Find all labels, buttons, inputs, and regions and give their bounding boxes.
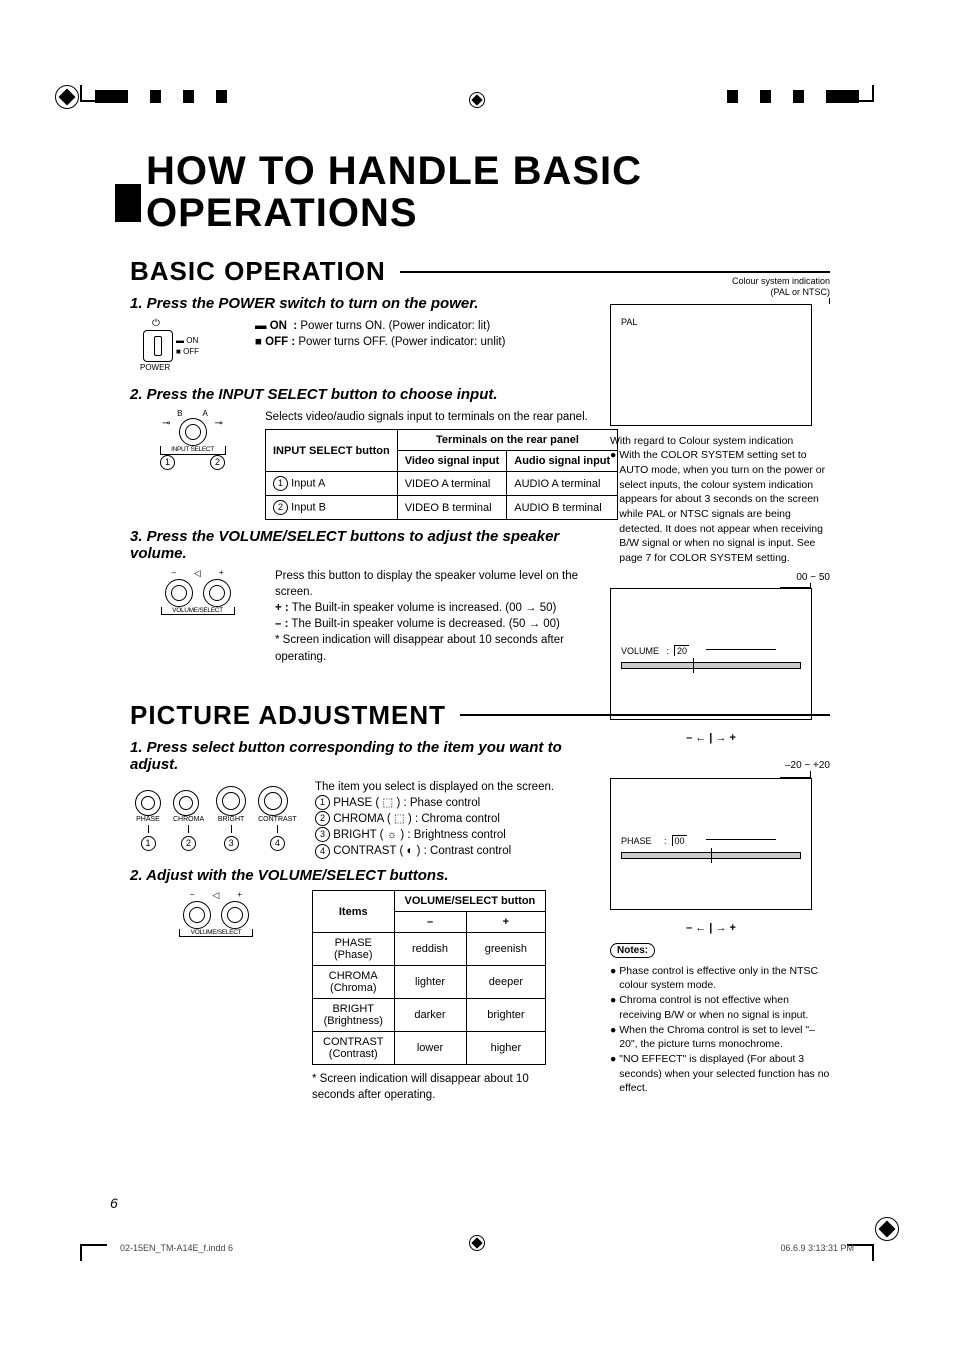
- picture-knob-diagram: PHASE1 CHROMA2 BRIGHT3 CONTRAST4: [130, 779, 305, 853]
- phase-range-label: –20 ~ +20: [610, 760, 830, 771]
- print-marks-right: [705, 90, 859, 103]
- power-description: ▬ ON : Power turns ON. (Power indicator:…: [255, 318, 505, 350]
- osd-volume: VOLUME : 20 – ← | → +: [610, 588, 812, 720]
- input-select-diagram: BA ⊸⊸ INPUT SELECT 12: [130, 409, 255, 470]
- osd-colour-system: PAL: [610, 304, 812, 426]
- footer-line: 02-15EN_TM-A14E_f.indd 606.6.9 3:13:31 P…: [120, 1243, 854, 1253]
- adj-footnote: * Screen indication will disappear about…: [312, 1071, 572, 1103]
- page-main-title: HOW TO HANDLE BASICOPERATIONS: [146, 150, 830, 234]
- osd-phase: PHASE : 00 – ← | → +: [610, 778, 812, 910]
- notes-list: ● Phase control is effective only in the…: [610, 964, 830, 1096]
- page-number: 6: [110, 1195, 118, 1211]
- print-marks-left: [95, 90, 249, 103]
- colour-system-caption: Colour system indication(PAL or NTSC): [610, 276, 830, 298]
- volume-select-diagram: –◁+ VOLUME/SELECT: [130, 568, 265, 615]
- power-switch-diagram: ⏻ ▬ ON ■ OFF POWER: [140, 318, 230, 378]
- volume-range-label: 00 ~ 50: [610, 572, 830, 583]
- volume-desc: Press this button to display the speaker…: [275, 568, 580, 665]
- colour-system-note: With regard to Colour system indication …: [610, 434, 830, 566]
- picture-select-desc: The item you select is displayed on the …: [315, 779, 554, 859]
- notes-heading: Notes:: [610, 943, 655, 958]
- volume-select-diagram-2: –◁+ VOLUME/SELECT: [130, 890, 302, 937]
- pa-step-1-title: 1. Press select button corresponding to …: [130, 739, 570, 773]
- input-select-desc: Selects video/audio signals input to ter…: [265, 409, 618, 425]
- input-select-table: INPUT SELECT buttonTerminals on the rear…: [265, 429, 618, 520]
- step-3-title: 3. Press the VOLUME/SELECT buttons to ad…: [130, 528, 570, 562]
- adjustment-table: ItemsVOLUME/SELECT button –+ PHASE(Phase…: [312, 890, 546, 1065]
- crop-mark-bl: [80, 1244, 107, 1261]
